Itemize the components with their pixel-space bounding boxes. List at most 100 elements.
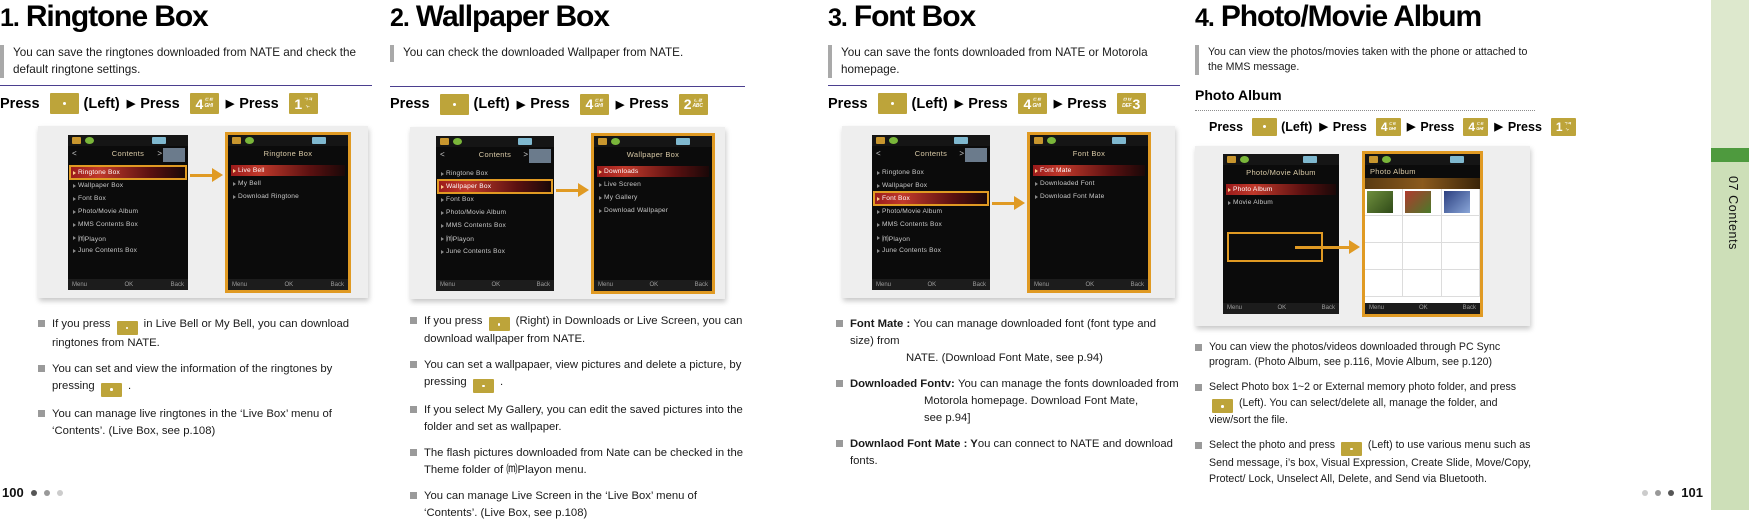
key-1[interactable]: 1 ㄱㅋ -,. bbox=[1550, 117, 1576, 136]
intro-accent-bar bbox=[1195, 45, 1199, 75]
note-text: (Left). You can select/delete all, manag… bbox=[1209, 396, 1498, 427]
note-text: Select the photo and press bbox=[1209, 439, 1338, 452]
menu-item[interactable]: Photo/Movie Album bbox=[71, 206, 185, 217]
menu-item[interactable]: My Bell bbox=[231, 178, 345, 189]
key-sequence: Press (Left) ▶ Press 4 ㄷㅌ GHI ▶ Press 2 ㄴㄹ A… bbox=[390, 93, 745, 115]
photo-thumb[interactable] bbox=[1441, 188, 1480, 216]
menu-item[interactable]: My Gallery bbox=[597, 192, 709, 203]
soft-key-icon[interactable] bbox=[472, 378, 494, 393]
soft-key-icon[interactable] bbox=[100, 382, 122, 397]
photo-thumb[interactable] bbox=[1403, 269, 1442, 297]
soft-key-icon[interactable] bbox=[877, 93, 907, 115]
menu-item[interactable]: Download Wallpaper bbox=[597, 205, 709, 216]
key-4[interactable]: 4 ㄷㅌ GHI bbox=[1375, 117, 1401, 136]
menu-item[interactable]: Downloads bbox=[597, 165, 709, 177]
flow-arrow-head bbox=[1014, 196, 1025, 211]
soft-key-icon[interactable] bbox=[439, 93, 469, 115]
note-text: Motorola homepage. Download Font Mate, bbox=[924, 394, 1139, 407]
bullet-square-icon bbox=[1195, 384, 1202, 391]
photo-thumb[interactable] bbox=[1403, 188, 1442, 216]
key-4[interactable]: 4 ㄷㅌ GHI bbox=[1017, 93, 1047, 115]
bullet-square-icon bbox=[410, 316, 417, 324]
dot-icon bbox=[56, 489, 63, 496]
prev-icon: < bbox=[876, 149, 881, 159]
photo-thumb[interactable] bbox=[1441, 215, 1480, 243]
photo-thumb[interactable] bbox=[1365, 188, 1404, 216]
press-left-label: (Left) bbox=[83, 95, 120, 112]
intro-text: You can view the photos/movies taken wit… bbox=[1208, 46, 1528, 73]
menu-item[interactable]: June Contents Box bbox=[875, 245, 987, 256]
menu-item[interactable]: Photo/Movie Album bbox=[875, 206, 987, 217]
press-label: Press bbox=[1420, 119, 1455, 134]
photo-thumb[interactable] bbox=[1403, 242, 1442, 270]
soft-key-icon[interactable] bbox=[488, 317, 510, 332]
menu-item[interactable]: MMS Contents Box bbox=[71, 219, 185, 230]
menu-item[interactable]: June Contents Box bbox=[439, 246, 551, 257]
note-text: Select Photo box 1~2 or External memory … bbox=[1209, 381, 1517, 393]
menu-item[interactable]: Photo Album bbox=[1226, 183, 1336, 195]
softkey-bar: Menu OK Back bbox=[872, 279, 990, 291]
photo-thumb[interactable] bbox=[1441, 269, 1480, 297]
battery-icon bbox=[152, 137, 166, 145]
photo-thumb[interactable] bbox=[1365, 269, 1404, 297]
menu-item[interactable]: June Contents Box bbox=[71, 245, 185, 256]
soft-key-icon[interactable] bbox=[49, 93, 79, 115]
menu-item[interactable]: Font Box bbox=[439, 194, 551, 205]
menu-item[interactable]: Wallpaper Box bbox=[437, 178, 553, 194]
key-4[interactable]: 4 ㄷㅌ GHI bbox=[579, 93, 609, 115]
menu-item[interactable]: Font Box bbox=[71, 193, 185, 204]
section-number: 2. bbox=[390, 4, 410, 32]
flow-arrow-line bbox=[1295, 245, 1349, 249]
soft-key-icon[interactable] bbox=[1252, 117, 1278, 136]
page-title: Wallpaper Box bbox=[415, 0, 610, 33]
menu-item[interactable]: Wallpaper Box bbox=[71, 180, 185, 191]
photo-thumb[interactable] bbox=[1403, 215, 1442, 243]
flow-arrow-line bbox=[992, 202, 1014, 206]
key-4[interactable]: 4 ㄷㅌ GHI bbox=[1463, 117, 1489, 136]
bullet-square-icon bbox=[38, 320, 45, 328]
menu-item[interactable]: Live Bell bbox=[231, 165, 345, 177]
press-label: Press bbox=[1507, 119, 1542, 134]
bullet-square-icon bbox=[38, 364, 45, 372]
menu-item[interactable]: Live Screen bbox=[597, 179, 709, 190]
menu-item[interactable]: Font Box bbox=[873, 191, 989, 207]
menu-item[interactable]: MMS Contents Box bbox=[875, 219, 987, 230]
tab-band-top bbox=[1711, 0, 1749, 148]
key-1[interactable]: 1 ㄱㅋ -,. bbox=[288, 93, 318, 115]
menu-item[interactable]: Downloaded Font bbox=[1033, 178, 1145, 189]
flow-arrow-line bbox=[190, 174, 212, 178]
list-item: Downloaded Fontv: You can manage the fon… bbox=[836, 376, 1180, 427]
menu-item[interactable]: MMS Contents Box bbox=[439, 220, 551, 231]
menu-item[interactable]: Download Font Mate bbox=[1033, 191, 1145, 202]
bullet-square-icon bbox=[410, 491, 417, 499]
soft-key-icon[interactable] bbox=[116, 320, 138, 335]
menu-item[interactable]: Ringtone Box bbox=[875, 167, 987, 178]
envelope-icon bbox=[1369, 155, 1378, 163]
menu-item[interactable]: Download Ringtone bbox=[231, 191, 345, 202]
photo-thumb[interactable] bbox=[1365, 242, 1404, 270]
section-ringtone-box: 1. Ringtone Box You can save the rington… bbox=[0, 0, 372, 448]
page-title: Photo/Movie Album bbox=[1220, 0, 1482, 33]
menu-item[interactable]: Photo/Movie Album bbox=[439, 207, 551, 218]
menu-item[interactable]: Ringtone Box bbox=[69, 165, 187, 181]
menu-item[interactable]: Wallpaper Box bbox=[875, 180, 987, 191]
menu-item[interactable]: ⒨Playon bbox=[875, 232, 987, 243]
bullet-square-icon bbox=[836, 439, 843, 447]
menu-item[interactable]: ⒨Playon bbox=[439, 233, 551, 244]
menu-item[interactable]: Ringtone Box bbox=[439, 168, 551, 179]
key-2[interactable]: 2 ㄴㄹ ABC bbox=[678, 93, 708, 115]
soft-key-icon[interactable] bbox=[1212, 399, 1233, 414]
photo-thumb[interactable] bbox=[1441, 242, 1480, 270]
photo-thumb[interactable] bbox=[1365, 215, 1404, 243]
note-text: You can set and view the information of … bbox=[52, 362, 333, 392]
press-label: Press bbox=[1209, 119, 1244, 134]
menu-item[interactable]: ⒨Playon bbox=[71, 232, 185, 243]
key-3[interactable]: ㅁㅂ DEF 3 bbox=[1116, 93, 1146, 115]
soft-key-icon[interactable] bbox=[1340, 441, 1362, 456]
softkey-bar: Menu OK Back bbox=[594, 279, 712, 291]
menu-item[interactable]: Font Mate bbox=[1033, 165, 1145, 177]
next-icon: > bbox=[523, 149, 528, 159]
key-4[interactable]: 4 ㄷㅌ GHI bbox=[189, 93, 219, 115]
note-text: If you press bbox=[52, 318, 114, 331]
menu-item[interactable]: Movie Album bbox=[1226, 197, 1336, 208]
